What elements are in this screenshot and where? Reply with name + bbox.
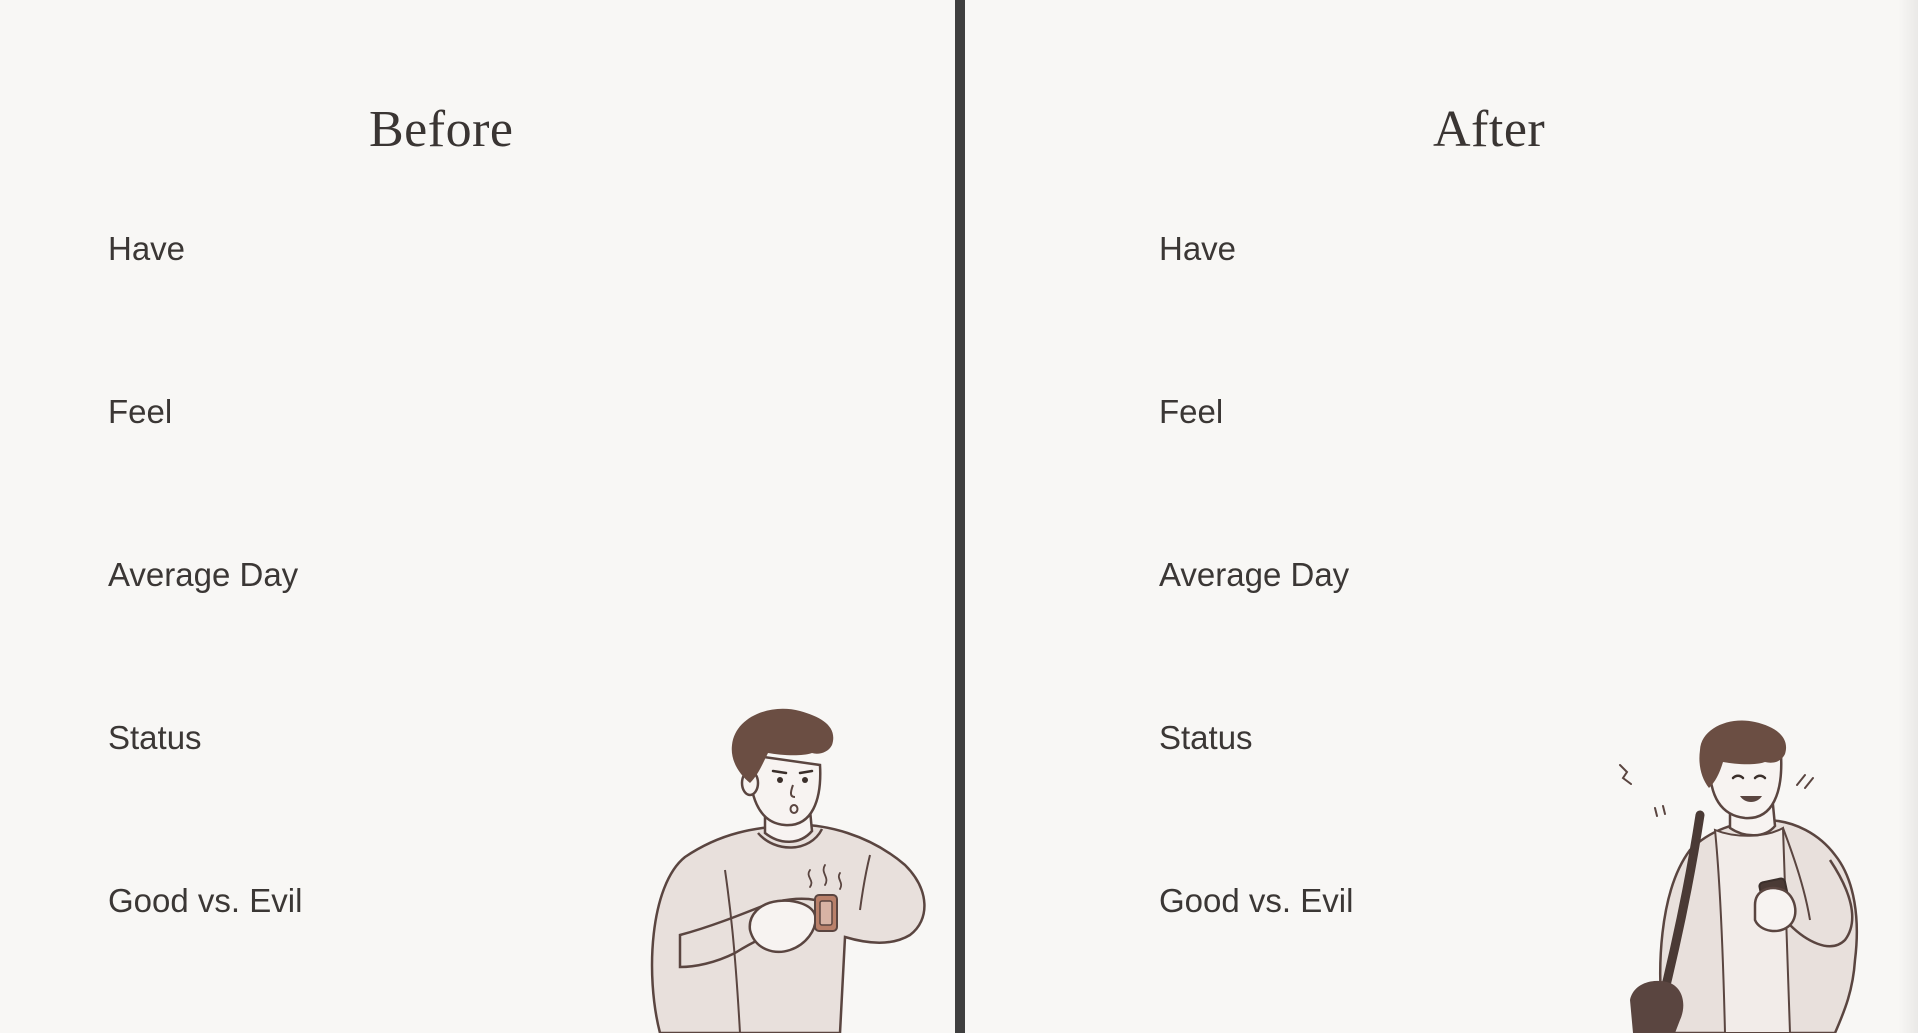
slide: Before Have Feel Average Day Status Good… xyxy=(0,0,1918,1033)
before-label-status: Status xyxy=(108,719,202,756)
before-label-average-day: Average Day xyxy=(108,556,299,593)
after-label-status: Status xyxy=(1159,719,1253,756)
man-with-phone-illustration xyxy=(1619,720,1859,1033)
after-label-feel: Feel xyxy=(1159,393,1224,430)
before-label-feel: Feel xyxy=(108,393,173,430)
page-edge-shadow xyxy=(1898,0,1918,1033)
bag xyxy=(1630,980,1684,1033)
before-panel: Before Have Feel Average Day Status Good… xyxy=(0,0,955,1033)
after-label-average-day: Average Day xyxy=(1159,556,1350,593)
after-label-good-vs-evil: Good vs. Evil xyxy=(1159,882,1354,919)
before-label-have: Have xyxy=(108,230,186,267)
man-checking-watch-illustration xyxy=(650,708,926,1033)
before-label-good-vs-evil: Good vs. Evil xyxy=(108,882,303,919)
before-title: Before xyxy=(369,101,514,158)
after-title: After xyxy=(1433,101,1546,158)
after-panel: After Have Feel Average Day Status Good … xyxy=(965,0,1918,1033)
panel-divider xyxy=(955,0,965,1033)
after-label-have: Have xyxy=(1159,230,1237,267)
hand xyxy=(1753,886,1797,933)
